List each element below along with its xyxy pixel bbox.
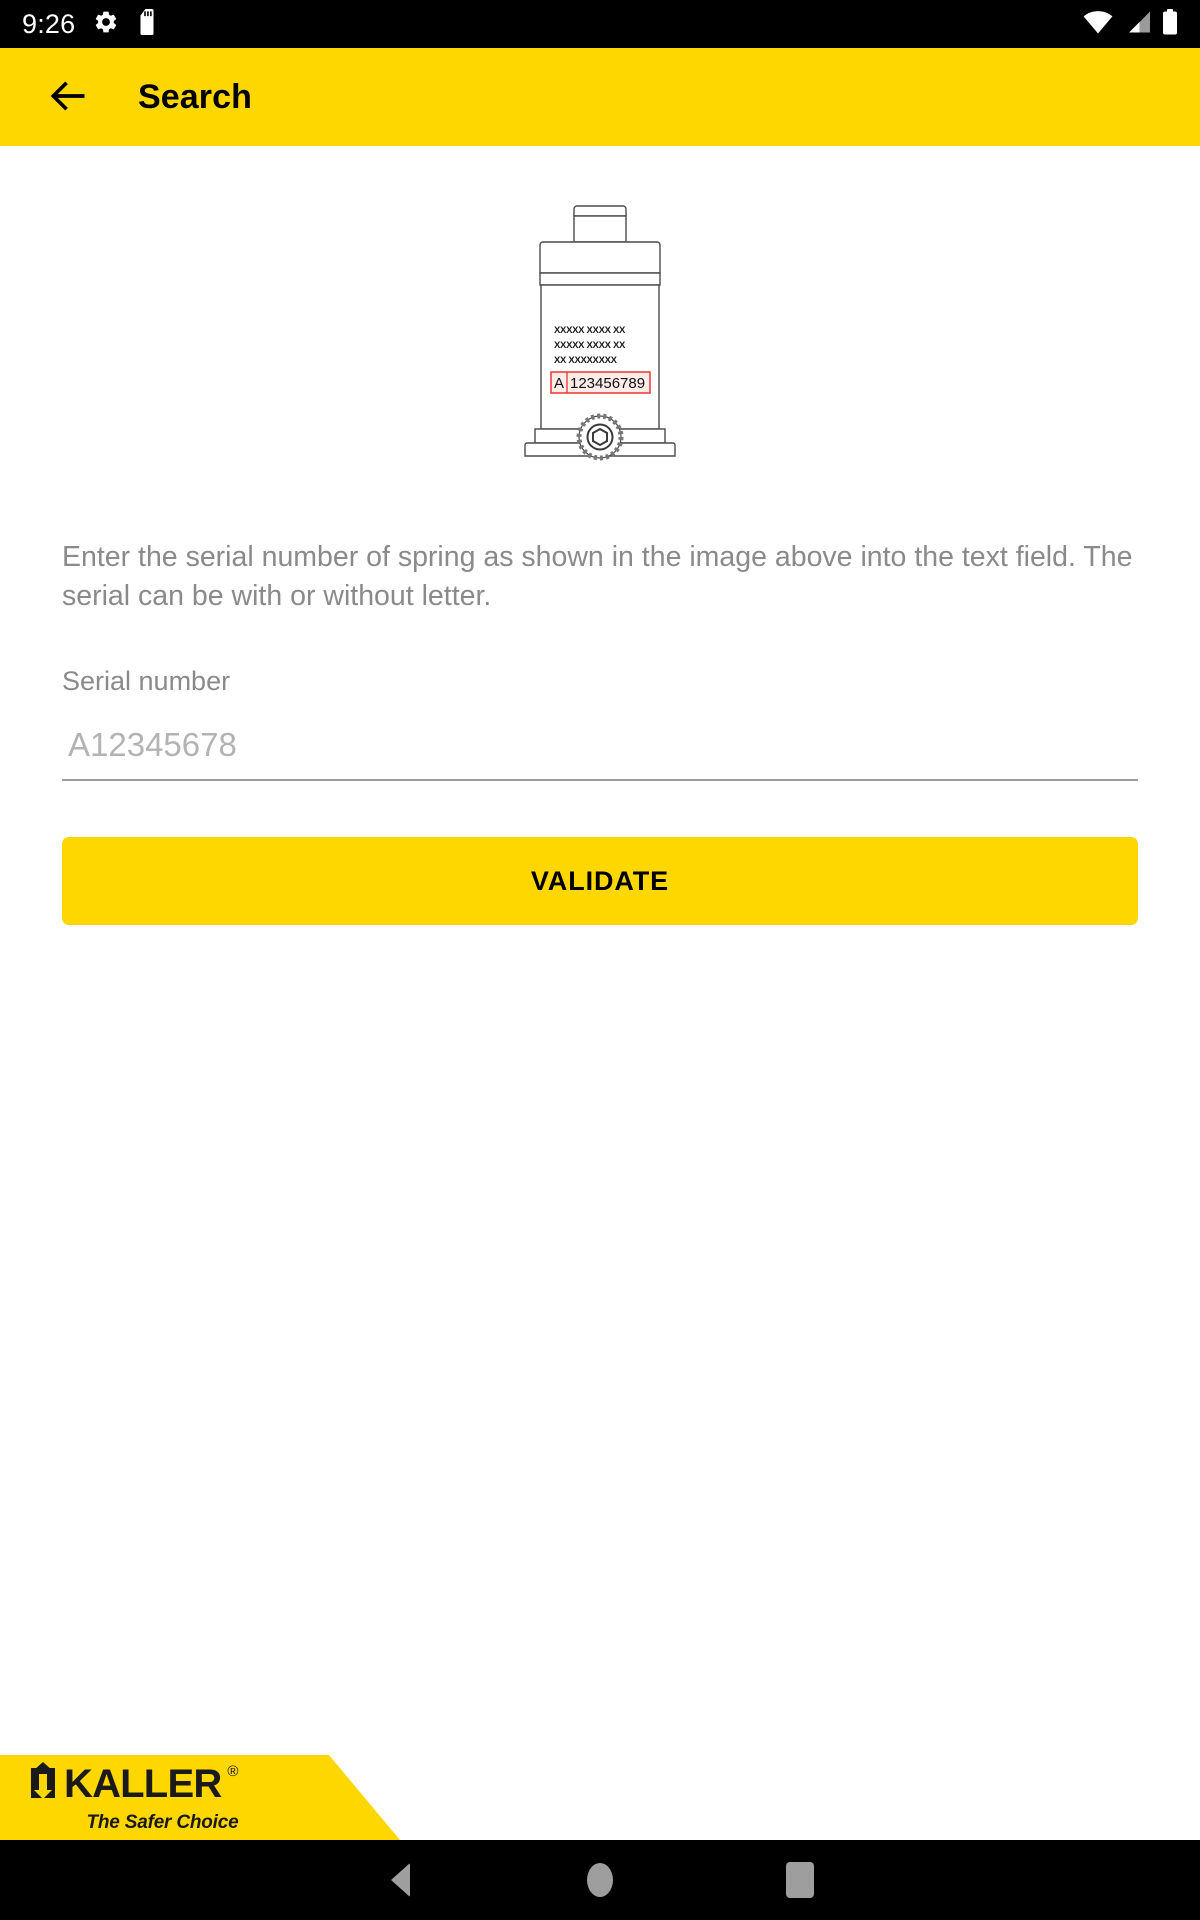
battery-icon [1162,8,1178,40]
app-bar: Search [0,48,1200,146]
serial-digits-text: 123456789 [570,375,645,392]
marking-line-2: XXXXX XXXX XX [554,340,626,351]
brand-lockup: KALLER ® The Safer Choice [0,1761,239,1834]
brand-name: KALLER [64,1762,222,1806]
instruction-text: Enter the serial number of spring as sho… [62,541,1133,613]
serial-input[interactable] [62,719,1138,782]
main-content: XXXXX XXXX XX XXXXX XXXX XX XX XXXXXXXX … [0,146,1200,1840]
nav-back-button[interactable] [300,1863,500,1897]
gas-spring-diagram: XXXXX XXXX XX XXXXX XXXX XX XX XXXXXXXX … [524,205,676,461]
recents-square-icon [786,1862,814,1898]
status-bar: 9:26 [0,0,1200,48]
nav-home-button[interactable] [500,1863,700,1897]
spring-illustration-wrapper: XXXXX XXXX XX XXXXX XXXX XX XX XXXXXXXX … [62,196,1138,486]
status-bar-left: 9:26 [22,8,157,40]
sd-card-icon [137,8,157,40]
arrow-left-icon [46,74,90,121]
serial-letter-text: A [554,375,564,392]
serial-input-wrapper [62,719,1138,782]
status-bar-right [1083,8,1178,40]
android-nav-bar [0,1840,1200,1920]
serial-number-label: Serial number [62,666,231,697]
back-button[interactable] [40,69,96,125]
validate-button[interactable]: VALIDATE [62,837,1138,926]
back-triangle-icon [390,1863,410,1897]
page-title: Search [138,77,253,116]
registered-trademark-icon: ® [227,1762,239,1780]
marking-line-3: XX XXXXXXXX [554,355,618,366]
nav-recents-button[interactable] [700,1862,900,1898]
cellular-signal-icon [1124,10,1151,39]
home-circle-icon [587,1863,613,1897]
brand-wordmark-row: KALLER ® [28,1761,239,1807]
gear-icon [93,9,119,40]
wifi-icon [1083,10,1113,39]
kaller-arrow-icon [28,1761,58,1807]
brand-tagline: The Safer Choice [86,1811,239,1833]
brand-banner: KALLER ® The Safer Choice [0,1755,400,1840]
status-bar-clock: 9:26 [22,8,76,39]
app-root: 9:26 Search XXXXX XXXX XX XXXXX XXXX XX … [0,0,1200,1920]
hex-socket-detail [576,413,624,461]
marking-line-1: XXXXX XXXX XX [554,325,626,336]
